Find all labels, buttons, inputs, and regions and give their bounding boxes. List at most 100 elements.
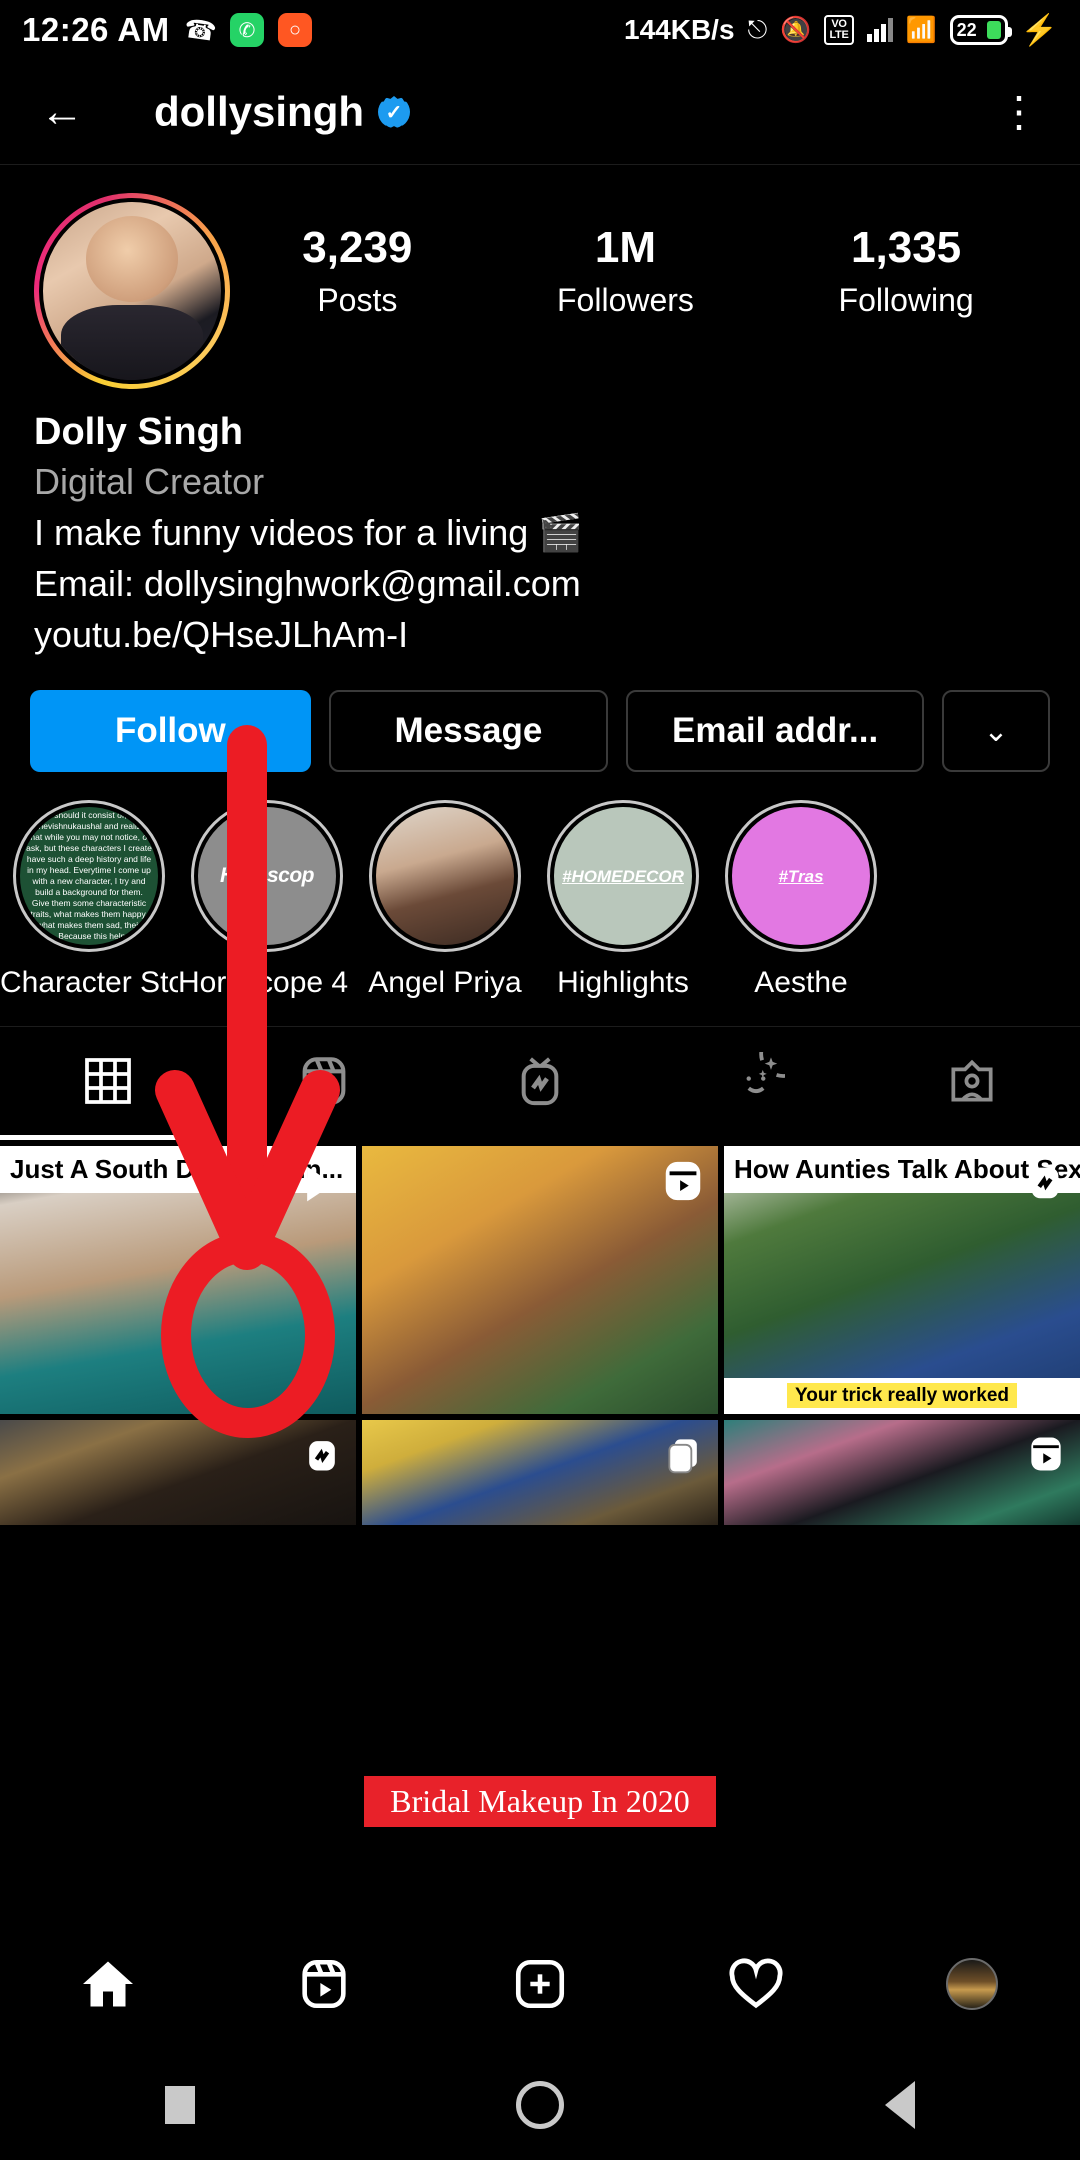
stat-posts-label: Posts — [317, 281, 398, 318]
volte-icon: VO LTE — [824, 15, 854, 45]
profile-tabs — [0, 1026, 1080, 1135]
stat-followers-label: Followers — [557, 281, 694, 318]
email-address-button[interactable]: Email addr... — [626, 690, 924, 773]
network-speed: 144KB/s — [624, 14, 735, 45]
highlight-ring: Horoscop — [191, 800, 343, 953]
overflow-menu-button[interactable]: ⋮ — [998, 91, 1040, 132]
bio-line-1: I make funny videos for a living 🎬 — [34, 511, 584, 553]
header-username: dollysingh — [154, 88, 364, 135]
instagram-profile-screen: 12:26 AM ☎ ✆ ○ 144KB/s ⎋ 🔕 VO LTE 📶 22 ⚡… — [0, 0, 1080, 2160]
highlight-cover: Horoscop — [198, 807, 336, 946]
charging-bolt-icon: ⚡ — [1020, 13, 1058, 47]
tab-tagged[interactable] — [864, 1027, 1080, 1135]
mi-app-icon: ○ — [278, 13, 313, 47]
nav-activity[interactable] — [648, 1954, 864, 2014]
post-cell[interactable] — [724, 1420, 1080, 1526]
headphone-icon: ⎋ — [747, 15, 768, 44]
phone-icon: ☎ — [181, 12, 219, 47]
avatar — [946, 1958, 998, 2010]
profile-actions: Follow Message Email addr... ⌄ — [0, 660, 1080, 773]
highlight-label: Angel Priya — [368, 966, 522, 1000]
post-overlay-text: Your trick really worked — [786, 1383, 1017, 1409]
chevron-down-icon[interactable]: ⌄ — [942, 690, 1050, 773]
recents-button[interactable] — [0, 2086, 360, 2124]
highlight-label: Horoscope 4 ... — [178, 966, 356, 1000]
battery-icon: 22 — [949, 15, 1012, 45]
battery-level: 22 — [956, 19, 977, 40]
page-title: dollysingh ✓ — [154, 88, 410, 136]
back-button-system[interactable] — [720, 2081, 1080, 2129]
post-grid: Just A South Delhi Girl In... How Auntie… — [0, 1146, 1080, 1526]
stat-following[interactable]: 1,335 Following — [839, 223, 974, 319]
follow-button[interactable]: Follow — [30, 690, 311, 773]
nav-reels[interactable] — [216, 1955, 432, 2013]
battery-fill — [986, 21, 1001, 39]
tab-effects[interactable] — [648, 1027, 864, 1135]
post-cell[interactable] — [0, 1420, 356, 1526]
bottom-navigation — [0, 1918, 1080, 2050]
profile-category: Digital Creator — [34, 461, 265, 503]
bio-line-link[interactable]: youtu.be/QHseJLhAm-I — [34, 609, 1046, 660]
highlight-item[interactable]: #Tras Aesthe — [712, 800, 890, 1000]
tab-grid[interactable] — [0, 1027, 216, 1135]
stat-posts-value: 3,239 — [302, 223, 413, 272]
back-button[interactable]: ← — [40, 90, 84, 134]
highlight-label: Highlights — [557, 966, 689, 1000]
highlight-item[interactable]: Angel Priya — [356, 800, 534, 1000]
highlight-item[interactable]: #HOMEDECOR Highlights — [534, 800, 712, 1000]
play-icon — [292, 1158, 344, 1215]
highlight-cover: Let's talk about my characters today. I … — [20, 807, 158, 946]
post-cell[interactable] — [362, 1146, 718, 1415]
nav-home[interactable] — [0, 1954, 216, 2014]
home-button[interactable] — [360, 2081, 720, 2129]
profile-stats: 3,239 Posts 1M Followers 1,335 Following — [230, 193, 1046, 319]
tab-active-indicator — [0, 1135, 1080, 1141]
post-cell[interactable]: How Aunties Talk About Sex- 2 Your trick… — [724, 1146, 1080, 1415]
highlight-cover: #Tras — [732, 807, 870, 946]
display-name: Dolly Singh — [34, 411, 243, 453]
highlight-ring — [369, 800, 521, 953]
status-bar: 12:26 AM ☎ ✆ ○ 144KB/s ⎋ 🔕 VO LTE 📶 22 ⚡ — [0, 0, 1080, 60]
bridal-makeup-banner: Bridal Makeup In 2020 — [364, 1776, 716, 1827]
post-cell[interactable] — [362, 1420, 718, 1526]
post-overlay-banner: Your trick really worked — [724, 1378, 1080, 1415]
profile-summary: 3,239 Posts 1M Followers 1,335 Following — [0, 165, 1080, 389]
stat-posts[interactable]: 3,239 Posts — [302, 223, 412, 319]
stat-followers-value: 1M — [594, 223, 657, 272]
tab-reels[interactable] — [216, 1027, 432, 1135]
highlight-cover: #HOMEDECOR — [554, 807, 692, 946]
stat-following-label: Following — [838, 281, 974, 318]
igtv-icon — [300, 1432, 344, 1481]
profile-avatar[interactable] — [34, 193, 230, 389]
post-cell[interactable]: Just A South Delhi Girl In... — [0, 1146, 356, 1415]
highlight-label: Character Story — [0, 966, 178, 1000]
profile-bio: Dolly Singh Digital Creator I make funny… — [0, 389, 1080, 660]
avatar-image — [39, 198, 225, 384]
bell-off-icon: 🔕 — [780, 15, 812, 44]
highlight-item[interactable]: Horoscop Horoscope 4 ... — [178, 800, 356, 1000]
wifi-icon: 📶 — [905, 15, 937, 44]
profile-header: ← dollysingh ✓ ⋮ — [0, 60, 1080, 165]
highlight-ring: Let's talk about my characters today. I … — [13, 800, 165, 953]
stat-followers[interactable]: 1M Followers — [557, 223, 694, 319]
bridal-makeup-banner-text: Bridal Makeup In 2020 — [364, 1776, 716, 1827]
stat-following-value: 1,335 — [851, 223, 962, 272]
highlight-item[interactable]: Let's talk about my characters today. I … — [0, 800, 178, 1000]
whatsapp-icon: ✆ — [230, 13, 265, 47]
highlight-cover-text: Let's talk about my characters today. I … — [26, 807, 152, 945]
highlight-ring: #HOMEDECOR — [547, 800, 699, 953]
status-bar-left: 12:26 AM ☎ ✆ ○ — [22, 11, 313, 49]
nav-add-post[interactable] — [432, 1955, 648, 2013]
signal-icon — [866, 18, 893, 42]
status-time: 12:26 AM — [22, 11, 170, 48]
tab-igtv[interactable] — [432, 1027, 648, 1135]
nav-profile[interactable] — [864, 1958, 1080, 2010]
carousel-icon — [662, 1432, 706, 1481]
highlight-label: Aesthe — [754, 966, 848, 1000]
reels-icon — [660, 1158, 706, 1209]
highlight-cover — [376, 807, 514, 946]
highlight-ring: #Tras — [725, 800, 877, 953]
message-button[interactable]: Message — [328, 690, 609, 773]
igtv-icon — [1022, 1158, 1068, 1209]
android-system-nav — [0, 2050, 1080, 2160]
